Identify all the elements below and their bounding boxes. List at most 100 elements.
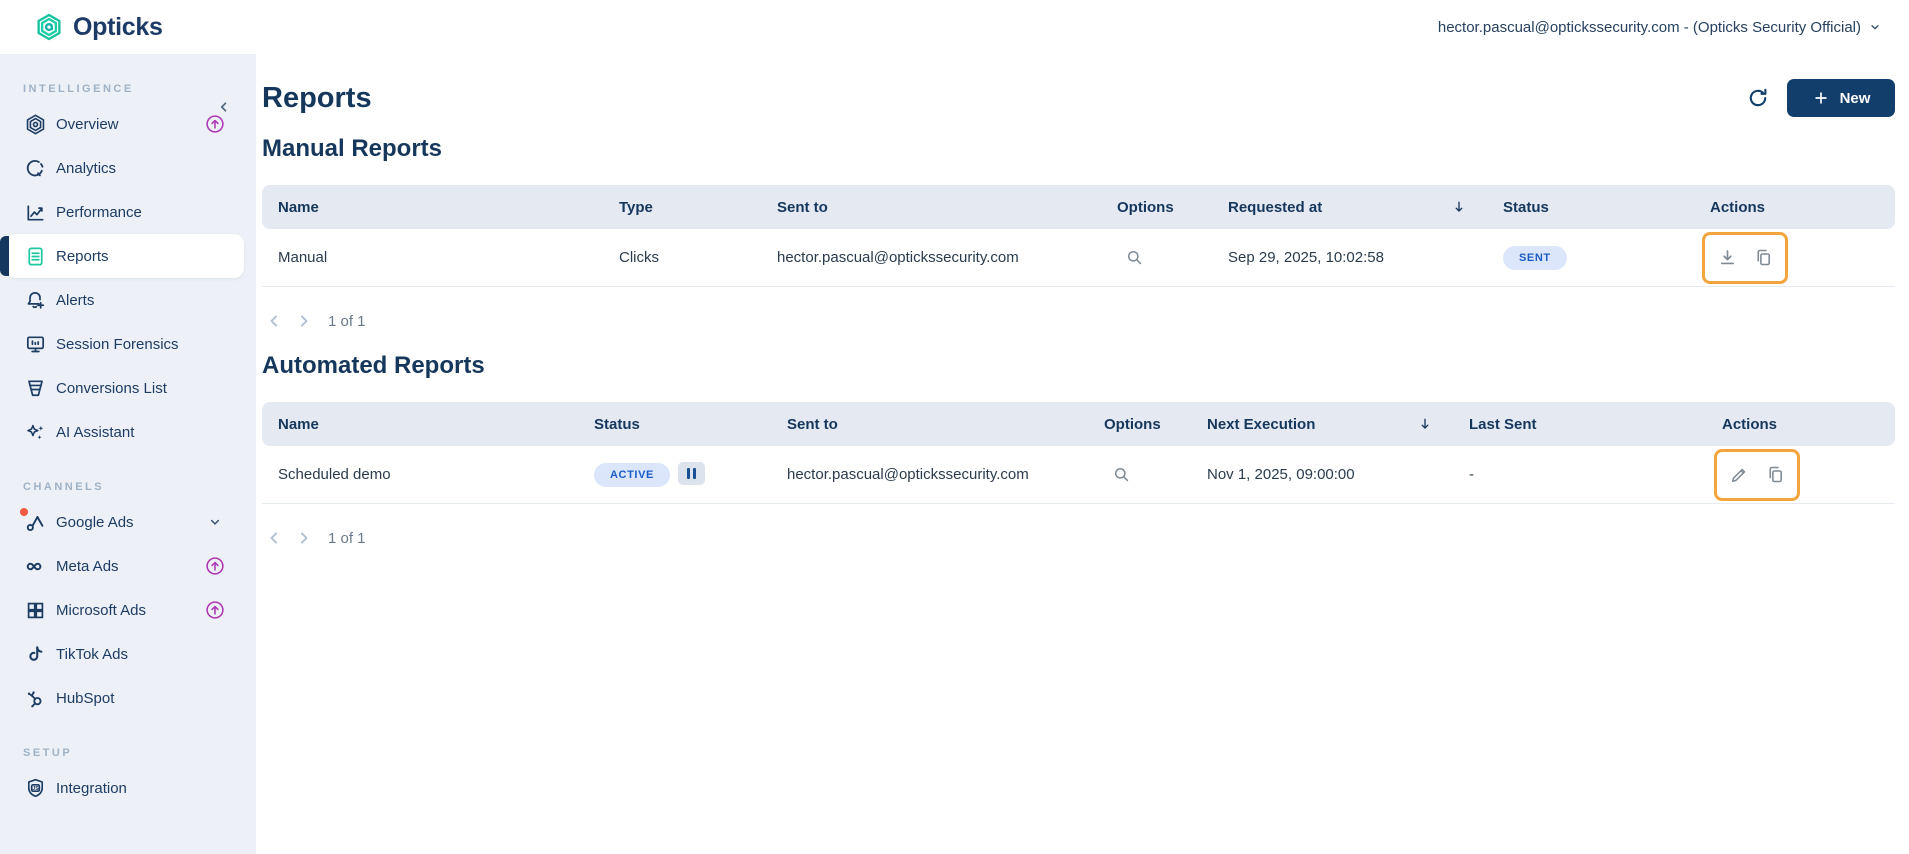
duplicate-report-button[interactable]: [1752, 247, 1774, 269]
page-header: Reports New: [262, 78, 1895, 118]
cell-name: Scheduled demo: [262, 446, 578, 504]
hexagon-icon: [23, 112, 47, 136]
sidebar-item-session-forensics[interactable]: Session Forensics: [6, 322, 244, 366]
automated-reports-table: Name Status Sent to Options Next Executi…: [262, 402, 1895, 504]
column-header-actions: Actions: [1694, 185, 1895, 229]
page-indicator: 1 of 1: [328, 312, 366, 330]
column-header-last-sent: Last Sent: [1453, 402, 1706, 446]
sidebar-collapse-icon[interactable]: [215, 98, 233, 116]
column-header-name: Name: [262, 185, 603, 229]
sidebar-item-ai-assistant[interactable]: AI Assistant: [6, 410, 244, 454]
opticks-hexagon-logo-icon: [34, 12, 64, 42]
sidebar-item-integration[interactable]: JS Integration: [6, 766, 244, 810]
sidebar-section-channels: CHANNELS: [23, 481, 105, 493]
sidebar-item-label: Meta Ads: [56, 557, 119, 575]
sidebar-item-label: Overview: [56, 115, 119, 133]
column-header-requested-at[interactable]: Requested at: [1212, 185, 1487, 229]
column-header-options: Options: [1088, 402, 1191, 446]
manual-reports-table: Name Type Sent to Options Requested at S…: [262, 185, 1895, 287]
sidebar-item-label: Conversions List: [56, 379, 167, 397]
js-shield-icon: JS: [23, 776, 47, 800]
account-menu[interactable]: hector.pascual@optickssecurity.com - (Op…: [1438, 19, 1883, 36]
actions-highlight-box: [1714, 448, 1800, 501]
sidebar-item-overview[interactable]: Overview: [6, 102, 244, 146]
sidebar-item-reports[interactable]: Reports: [0, 234, 244, 278]
sidebar-item-tiktok-ads[interactable]: TikTok Ads: [6, 632, 244, 676]
sidebar-item-performance[interactable]: Performance: [6, 190, 244, 234]
tiktok-icon: [23, 642, 47, 666]
sidebar-item-label: Performance: [56, 203, 142, 221]
sidebar-item-label: Session Forensics: [56, 335, 179, 353]
line-chart-icon: [23, 200, 47, 224]
sidebar-item-meta-ads[interactable]: Meta Ads: [6, 544, 244, 588]
pause-report-button[interactable]: [677, 462, 705, 486]
search-options-icon[interactable]: [1110, 464, 1132, 486]
column-header-type: Type: [603, 185, 761, 229]
new-report-button[interactable]: New: [1787, 79, 1895, 117]
google-ads-icon: [20, 508, 47, 534]
main-content: Reports New Manual Reports Name Type Sen…: [220, 54, 1909, 854]
next-page-icon[interactable]: [292, 526, 316, 550]
account-label: hector.pascual@optickssecurity.com - (Op…: [1437, 18, 1861, 36]
meta-icon: [23, 554, 47, 578]
column-header-next-execution[interactable]: Next Execution: [1191, 402, 1453, 446]
hubspot-icon: [23, 686, 47, 710]
cell-name: Manual: [262, 229, 603, 287]
sidebar-item-label: HubSpot: [56, 689, 115, 707]
column-header-label: Next Execution: [1207, 415, 1316, 433]
svg-text:JS: JS: [32, 785, 39, 791]
chevron-down-icon: [1867, 19, 1883, 35]
sidebar-item-label: Reports: [56, 247, 109, 265]
sidebar-item-label: Alerts: [56, 291, 95, 309]
column-header-sent-to: Sent to: [761, 185, 1101, 229]
brand-logo[interactable]: Opticks: [34, 12, 163, 42]
previous-page-icon[interactable]: [262, 526, 286, 550]
sidebar: INTELLIGENCE Overview Analytics Performa…: [0, 54, 256, 854]
cell-sent-to: hector.pascual@optickssecurity.com: [761, 229, 1101, 287]
sort-desc-icon[interactable]: [1417, 416, 1433, 432]
sidebar-item-alerts[interactable]: Alerts: [6, 278, 244, 322]
upgrade-icon[interactable]: [204, 113, 226, 135]
column-header-label: Requested at: [1228, 198, 1323, 216]
upgrade-icon[interactable]: [204, 599, 226, 621]
brand-name: Opticks: [73, 12, 163, 41]
table-row: Scheduled demo ACTIVE hector.pascual@opt…: [262, 446, 1895, 504]
grid-icon: [23, 598, 47, 622]
page-indicator: 1 of 1: [328, 529, 366, 547]
funnel-icon: [23, 376, 47, 400]
next-page-icon[interactable]: [292, 309, 316, 333]
previous-page-icon[interactable]: [262, 309, 286, 333]
search-options-icon[interactable]: [1123, 247, 1145, 269]
chevron-down-icon: [204, 511, 226, 533]
sidebar-item-label: Analytics: [56, 159, 117, 177]
manual-reports-heading: Manual Reports: [262, 135, 443, 162]
refresh-button[interactable]: [1741, 81, 1775, 115]
sidebar-item-hubspot[interactable]: HubSpot: [6, 676, 244, 720]
sidebar-item-label: Google Ads: [56, 513, 134, 531]
cell-last-sent: -: [1453, 446, 1706, 504]
new-button-label: New: [1839, 89, 1871, 107]
sidebar-item-conversions-list[interactable]: Conversions List: [6, 366, 244, 410]
sidebar-item-google-ads[interactable]: Google Ads: [6, 500, 244, 544]
column-header-status: Status: [1487, 185, 1694, 229]
edit-report-button[interactable]: [1728, 464, 1750, 486]
column-header-name: Name: [262, 402, 578, 446]
sidebar-item-analytics[interactable]: Analytics: [6, 146, 244, 190]
donut-chart-icon: [23, 156, 47, 180]
automated-reports-pagination: 1 of 1: [262, 524, 1895, 552]
download-report-button[interactable]: [1716, 247, 1738, 269]
table-header-row: Name Type Sent to Options Requested at S…: [262, 185, 1895, 229]
sidebar-item-microsoft-ads[interactable]: Microsoft Ads: [6, 588, 244, 632]
duplicate-report-button[interactable]: [1764, 464, 1786, 486]
sort-desc-icon[interactable]: [1451, 199, 1467, 215]
upgrade-icon[interactable]: [204, 555, 226, 577]
notification-dot: [20, 508, 28, 516]
cell-sent-to: hector.pascual@optickssecurity.com: [771, 446, 1088, 504]
table-header-row: Name Status Sent to Options Next Executi…: [262, 402, 1895, 446]
refresh-icon: [1746, 86, 1770, 110]
cell-type: Clicks: [603, 229, 761, 287]
status-badge-sent: SENT: [1503, 245, 1567, 270]
column-header-sent-to: Sent to: [771, 402, 1088, 446]
automated-reports-heading: Automated Reports: [262, 352, 485, 379]
manual-reports-pagination: 1 of 1: [262, 307, 1895, 335]
